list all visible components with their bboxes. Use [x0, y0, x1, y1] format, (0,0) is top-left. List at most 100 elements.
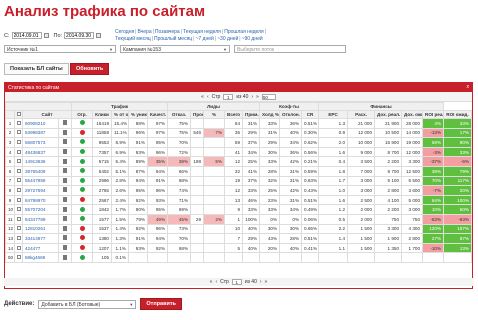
row-checkbox[interactable] — [17, 187, 21, 192]
site-icon[interactable] — [63, 177, 67, 183]
table-row[interactable]: 13 33414977 1380 1.3% 91% 94% 70% 7 29% 43% 28% 0.5… — [5, 233, 472, 244]
column-header[interactable]: Сайт — [22, 110, 72, 119]
site-id[interactable]: 53998387 — [22, 127, 59, 139]
row-checkbox[interactable] — [17, 120, 21, 125]
site-icon[interactable] — [63, 120, 67, 126]
column-header[interactable]: Прим. % — [242, 110, 261, 119]
select-all-checkbox[interactable] — [17, 112, 21, 116]
column-header[interactable]: EPC — [318, 110, 349, 119]
site-icon[interactable] — [63, 158, 67, 164]
column-header[interactable]: CR — [301, 110, 320, 119]
table-row[interactable]: 3 56807573 9553 8.9% 91% 95% 70% 59 37% 29% 34% 0.6… — [5, 137, 472, 148]
site-icon[interactable] — [63, 216, 67, 222]
row-checkbox[interactable] — [17, 245, 21, 250]
prev-page-icon[interactable]: ‹ — [207, 94, 209, 100]
quick-link[interactable]: Текущая неделя — [183, 29, 221, 35]
row-checkbox[interactable] — [17, 159, 21, 164]
column-header[interactable]: % уник. — [128, 110, 148, 119]
calendar-icon[interactable] — [43, 33, 49, 38]
quick-link[interactable]: ~30 дней — [217, 36, 238, 42]
campaign-select[interactable]: Кампания №153 ▼ — [120, 45, 230, 53]
quick-link[interactable]: Позавчера — [155, 29, 180, 35]
stream-select[interactable]: Выберите поток — [234, 45, 346, 53]
quick-link[interactable]: ~90 дней — [242, 36, 263, 42]
table-row[interactable]: 12 12810261 1537 1.4% 92% 96% 73% 10 40% 30% 30% 0.… — [5, 223, 472, 235]
date-to-input[interactable] — [64, 32, 95, 39]
source-select[interactable]: Источник №1 ▼ — [4, 45, 116, 53]
first-page-icon[interactable]: « — [210, 279, 213, 285]
site-icon[interactable] — [63, 225, 67, 231]
site-id[interactable]: 84347789 — [22, 213, 59, 225]
quick-link[interactable]: Текущий месяц — [115, 36, 151, 42]
site-id[interactable]: 56807573 — [22, 137, 59, 148]
first-page-icon[interactable]: « — [201, 94, 204, 100]
table-row[interactable]: 4 48436637 7357 6.9% 93% 96% 72% 41 34% 30% 36% 0.5… — [5, 146, 472, 158]
site-icon[interactable] — [63, 245, 67, 251]
site-icon[interactable] — [63, 235, 67, 241]
column-header[interactable]: Клики — [92, 110, 112, 119]
column-header[interactable]: Огр. — [71, 110, 93, 119]
quick-link[interactable]: Сегодня — [115, 29, 134, 35]
column-header[interactable]: ROI реал. — [422, 110, 445, 119]
next-page-icon[interactable]: › — [251, 94, 253, 100]
site-id[interactable]: 58kg4668 — [22, 252, 59, 263]
row-checkbox[interactable] — [17, 216, 21, 221]
next-page-icon[interactable]: › — [260, 279, 262, 285]
page-input[interactable]: 1 — [231, 279, 242, 285]
column-header[interactable]: Дох. ожид. — [401, 110, 424, 119]
site-icon[interactable] — [63, 149, 67, 155]
row-checkbox[interactable] — [17, 207, 21, 212]
row-checkbox[interactable] — [17, 149, 21, 154]
quick-link[interactable]: Прошлая неделя — [224, 29, 264, 35]
column-header[interactable]: Расх. — [347, 110, 376, 119]
site-id[interactable]: 60908210 — [22, 118, 59, 129]
site-icon[interactable] — [63, 254, 67, 260]
column-header[interactable]: % от общ. — [111, 110, 129, 119]
site-id[interactable]: 55447858 — [22, 175, 59, 187]
prev-page-icon[interactable]: ‹ — [215, 279, 217, 285]
site-id[interactable]: 38765409 — [22, 165, 59, 177]
site-id[interactable]: 33414977 — [22, 233, 59, 244]
action-select[interactable]: Добавить в БЛ (Ботовые) ▼ — [38, 299, 137, 309]
site-icon[interactable] — [63, 187, 67, 193]
table-row[interactable]: 5 14913636 5715 5.4% 89% 35% 38% 198 5% 12 25% 33% 4… — [5, 156, 472, 167]
row-checkbox[interactable] — [17, 178, 21, 183]
site-id[interactable]: 14913636 — [22, 156, 59, 167]
table-row[interactable]: 9 84798970 2567 2.4% 92% 93% 71% 13 46% 23% 31% 0.5… — [5, 194, 472, 206]
table-row[interactable]: 50 58kg4668 105 0.1% — [5, 252, 472, 263]
quick-link[interactable]: ~7 дней — [195, 36, 213, 42]
close-icon[interactable]: x — [467, 84, 470, 90]
table-row[interactable]: 1 60908210 16419 15.4% 88% 97% 75% 84 31% 33% 36% 0… — [5, 118, 472, 129]
row-checkbox[interactable] — [17, 226, 21, 231]
per-page-select[interactable]: 50 — [261, 93, 276, 100]
last-page-icon[interactable]: » — [265, 279, 268, 285]
row-checkbox[interactable] — [17, 197, 21, 202]
row-checkbox[interactable] — [17, 130, 21, 135]
show-bl-sites-button[interactable]: Показать БЛ сайты — [4, 63, 69, 75]
row-checkbox[interactable] — [17, 255, 21, 260]
table-row[interactable]: 7 55447858 2996 2.8% 94% 91% 68% 19 37% 32% 31% 0.6… — [5, 175, 472, 187]
column-header[interactable]: % — [203, 110, 226, 119]
site-icon[interactable] — [63, 206, 67, 212]
table-row[interactable]: 11 84347789 1577 1.5% 79% 49% 45% 29 2% 1 100% 0% 0%… — [5, 213, 472, 225]
row-checkbox[interactable] — [17, 235, 21, 240]
site-icon[interactable] — [63, 139, 67, 145]
quick-link[interactable]: Прошлый месяц — [154, 36, 192, 42]
site-id[interactable]: 12810261 — [22, 223, 59, 235]
site-id[interactable]: 84798970 — [22, 194, 59, 206]
last-page-icon[interactable]: » — [256, 94, 259, 100]
site-icon[interactable] — [63, 168, 67, 174]
date-from-input[interactable] — [11, 32, 42, 39]
quick-link[interactable]: Вчера — [137, 29, 151, 35]
row-checkbox[interactable] — [17, 139, 21, 144]
column-header[interactable]: Отказ. — [167, 110, 192, 119]
send-button[interactable]: Отправить — [140, 298, 182, 310]
site-id[interactable]: 29727594 — [22, 185, 59, 196]
site-icon[interactable] — [63, 197, 67, 203]
site-icon[interactable] — [63, 129, 67, 135]
column-header[interactable]: Качест. — [146, 110, 169, 119]
row-checkbox[interactable] — [17, 168, 21, 173]
table-row[interactable]: 2 53998387 11858 11.1% 96% 97% 75% 546 7% 35 29% 31… — [5, 127, 472, 139]
table-row[interactable]: 8 29727594 2765 2.6% 95% 96% 74% 12 33% 25% 42% 0.4… — [5, 185, 472, 196]
table-row[interactable]: 14 424477 1207 1.1% 93% 92% 68% 5 40% 20% 40% 0.41%… — [5, 242, 472, 254]
